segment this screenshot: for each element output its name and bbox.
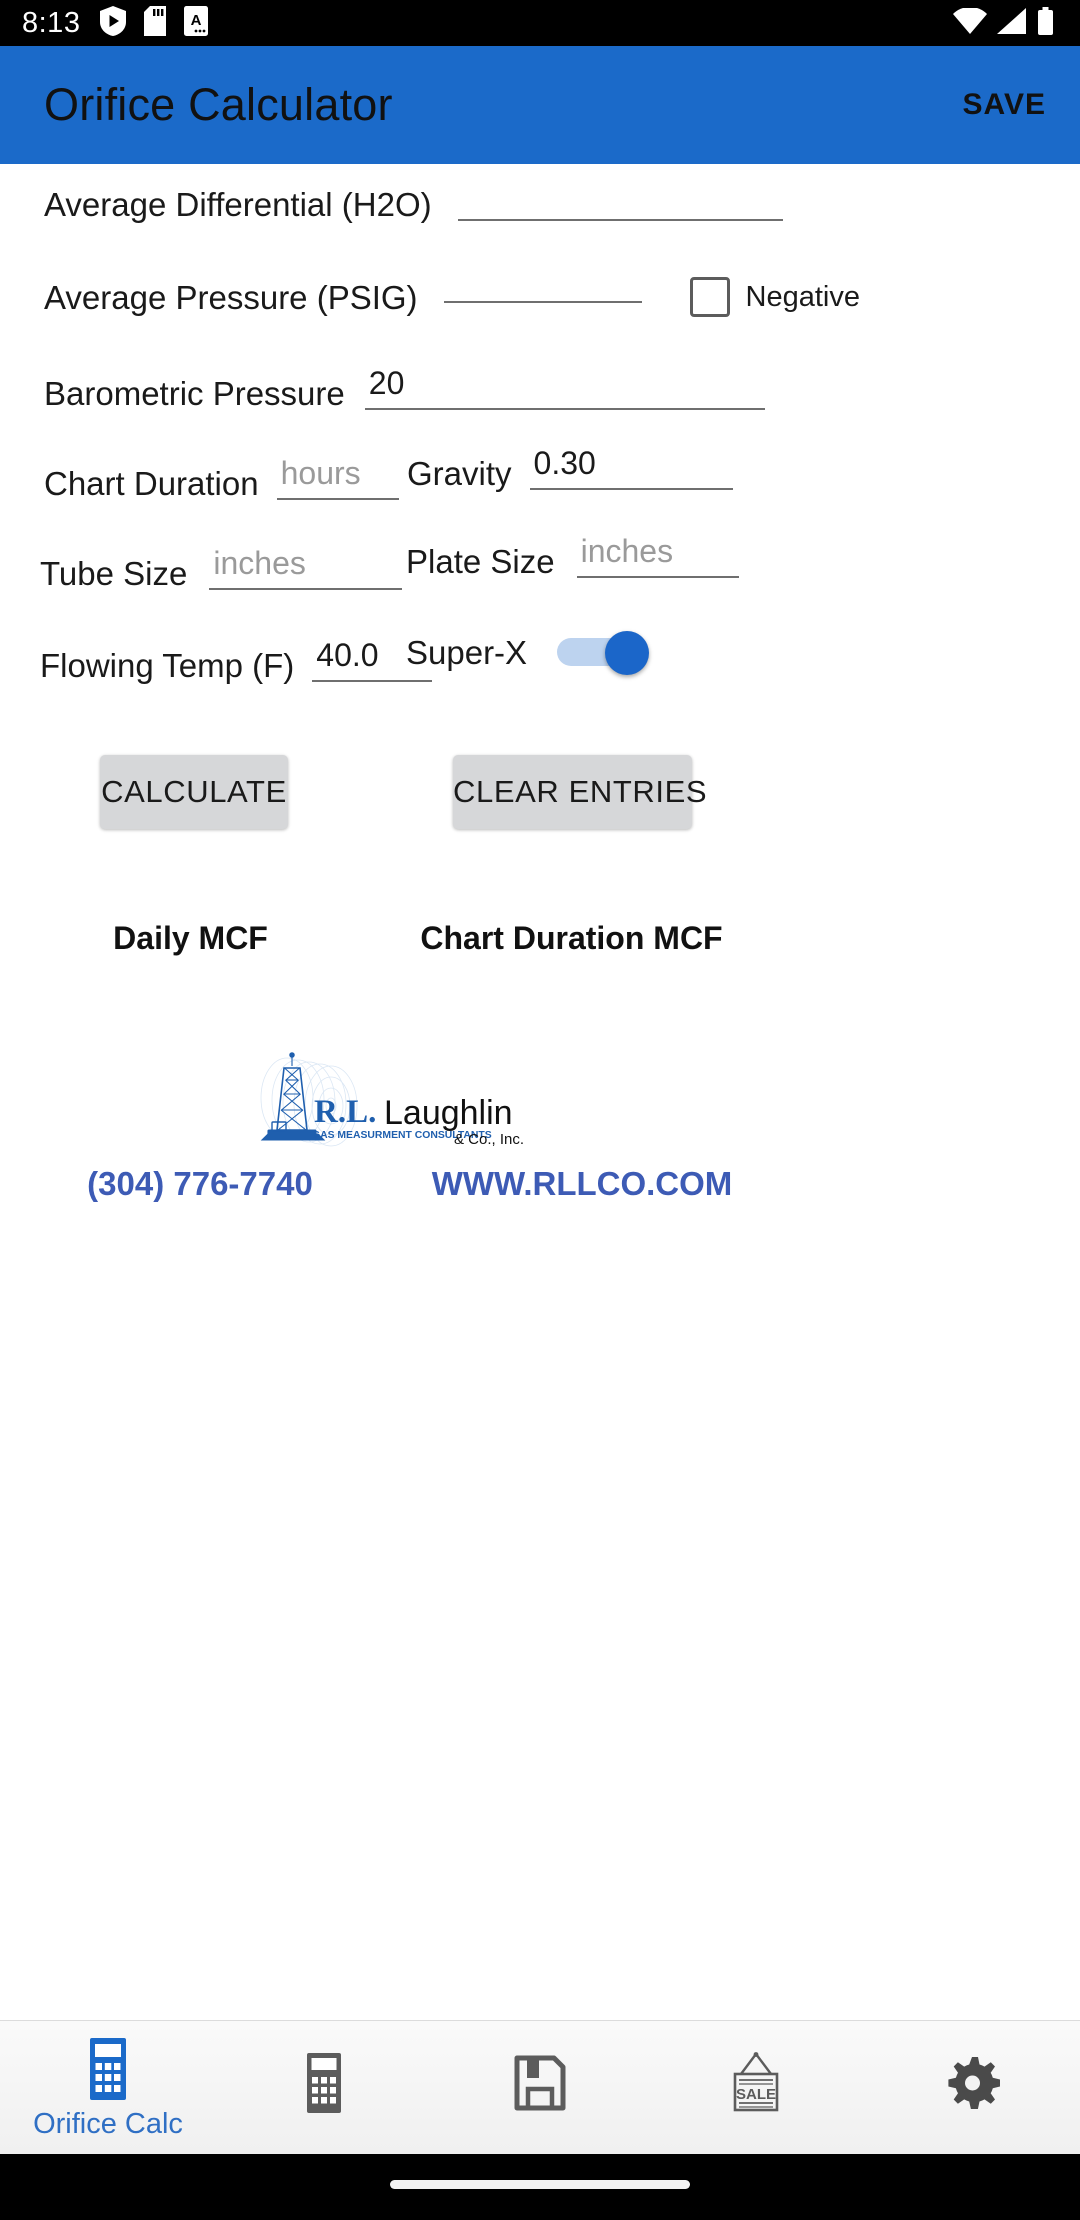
status-bar: 8:13 A bbox=[0, 0, 1080, 46]
home-indicator[interactable] bbox=[390, 2180, 690, 2189]
calculator-icon bbox=[89, 2037, 127, 2106]
cellular-signal-icon bbox=[997, 7, 1027, 39]
app-screen: 8:13 A Orifice Calculator SAVE Average D… bbox=[0, 0, 1080, 2220]
chart-duration-input[interactable]: hours bbox=[276, 455, 399, 500]
tube-size-label: Tube Size bbox=[40, 555, 188, 592]
chart-duration-placeholder: hours bbox=[280, 455, 361, 491]
calculator-icon bbox=[306, 2052, 342, 2119]
chart-duration-mcf-value bbox=[381, 957, 762, 993]
nav-tab-sale[interactable]: SALE bbox=[648, 2021, 864, 2155]
company-logo: R.L. Laughlin GAS MEASURMENT CONSULTANTS… bbox=[232, 1050, 542, 1160]
average-pressure-input[interactable] bbox=[443, 292, 642, 303]
status-bar-system-icons bbox=[953, 6, 1054, 40]
text-document-icon: A bbox=[184, 5, 209, 41]
average-pressure-label: Average Pressure (PSIG) bbox=[44, 278, 418, 316]
row-average-pressure: Average Pressure (PSIG) Negative bbox=[44, 277, 860, 317]
row-super-x: Super-X bbox=[406, 631, 650, 675]
phone-link-text: (304) 776-7740 bbox=[87, 1165, 313, 1202]
website-link[interactable]: WWW.RLLCO.COM bbox=[400, 1165, 764, 1203]
save-button[interactable]: SAVE bbox=[963, 88, 1046, 122]
gear-settings-icon bbox=[944, 2055, 1000, 2116]
gravity-label: Gravity bbox=[407, 455, 512, 492]
row-barometric-pressure: Barometric Pressure 20 bbox=[44, 367, 765, 410]
phone-link[interactable]: (304) 776-7740 bbox=[0, 1165, 400, 1203]
negative-checkbox[interactable] bbox=[689, 277, 730, 317]
plate-size-placeholder: inches bbox=[580, 533, 674, 569]
nav-tab-orifice-calc[interactable]: Orifice Calc bbox=[0, 2021, 216, 2155]
daily-mcf-value bbox=[0, 957, 381, 993]
sale-sign-icon: SALE bbox=[729, 2052, 783, 2119]
barometric-pressure-label: Barometric Pressure bbox=[44, 375, 345, 412]
bottom-navigation-bar: Orifice Calc SALE bbox=[0, 2020, 1080, 2154]
nav-tab-saved[interactable] bbox=[432, 2021, 648, 2155]
svg-text:SALE: SALE bbox=[736, 2086, 776, 2103]
svg-text:R.L.: R.L. bbox=[314, 1094, 376, 1130]
chart-duration-mcf-block: Chart Duration MCF bbox=[381, 920, 762, 993]
plate-size-input[interactable]: inches bbox=[576, 533, 739, 578]
chart-duration-label: Chart Duration bbox=[44, 465, 259, 502]
app-bar: Orifice Calculator SAVE bbox=[0, 46, 1080, 164]
negative-checkbox-label: Negative bbox=[745, 280, 861, 313]
gravity-value: 0.30 bbox=[533, 445, 596, 481]
status-bar-clock: 8:13 bbox=[22, 6, 81, 39]
gravity-input[interactable]: 0.30 bbox=[529, 445, 733, 490]
negative-checkbox-group[interactable]: Negative bbox=[689, 277, 861, 317]
flowing-temp-label: Flowing Temp (F) bbox=[40, 647, 295, 684]
status-bar-notification-icons: A bbox=[100, 5, 209, 41]
clear-entries-button[interactable]: CLEAR ENTRIES bbox=[453, 755, 707, 829]
system-gesture-bar bbox=[0, 2154, 1080, 2220]
average-pressure-value bbox=[444, 292, 642, 301]
row-gravity: Gravity 0.30 bbox=[407, 447, 733, 490]
average-differential-label: Average Differential (H2O) bbox=[44, 186, 432, 223]
tube-size-placeholder: inches bbox=[213, 545, 306, 581]
tube-size-input[interactable]: inches bbox=[209, 545, 403, 590]
calculate-button[interactable]: CALCULATE bbox=[100, 755, 288, 829]
row-chart-duration: Chart Duration hours bbox=[44, 457, 399, 500]
svg-text:Laughlin: Laughlin bbox=[384, 1094, 513, 1132]
floppy-disk-save-icon bbox=[514, 2055, 566, 2116]
row-plate-size: Plate Size inches bbox=[406, 535, 739, 578]
super-x-toggle[interactable] bbox=[557, 631, 650, 675]
form-content: Average Differential (H2O) Average Press… bbox=[0, 164, 1080, 2020]
daily-mcf-label: Daily MCF bbox=[113, 920, 268, 956]
row-flowing-temp: Flowing Temp (F) 40.0 bbox=[40, 639, 433, 684]
chart-duration-mcf-label: Chart Duration MCF bbox=[420, 920, 723, 956]
super-x-toggle-knob bbox=[605, 631, 650, 675]
page-title: Orifice Calculator bbox=[44, 79, 393, 130]
svg-text:A: A bbox=[191, 12, 202, 29]
average-differential-value bbox=[458, 210, 783, 219]
daily-mcf-block: Daily MCF bbox=[0, 920, 381, 993]
barometric-pressure-input[interactable]: 20 bbox=[364, 365, 765, 410]
nav-tab-orifice-calc-label: Orifice Calc bbox=[33, 2107, 183, 2140]
sd-card-icon bbox=[144, 5, 167, 41]
nav-tab-settings[interactable] bbox=[864, 2021, 1080, 2155]
plate-size-label: Plate Size bbox=[406, 543, 555, 580]
play-protect-icon bbox=[100, 5, 127, 41]
row-average-differential: Average Differential (H2O) bbox=[44, 188, 783, 221]
row-tube-size: Tube Size inches bbox=[40, 545, 403, 592]
nav-tab-calculator[interactable] bbox=[216, 2021, 432, 2155]
wifi-icon bbox=[953, 6, 987, 39]
super-x-label: Super-X bbox=[406, 633, 528, 671]
website-link-text: WWW.RLLCO.COM bbox=[431, 1165, 733, 1202]
svg-text:& Co., Inc.: & Co., Inc. bbox=[454, 1131, 524, 1148]
barometric-pressure-value: 20 bbox=[368, 365, 405, 401]
average-differential-input[interactable] bbox=[457, 210, 783, 221]
battery-icon bbox=[1037, 6, 1054, 40]
